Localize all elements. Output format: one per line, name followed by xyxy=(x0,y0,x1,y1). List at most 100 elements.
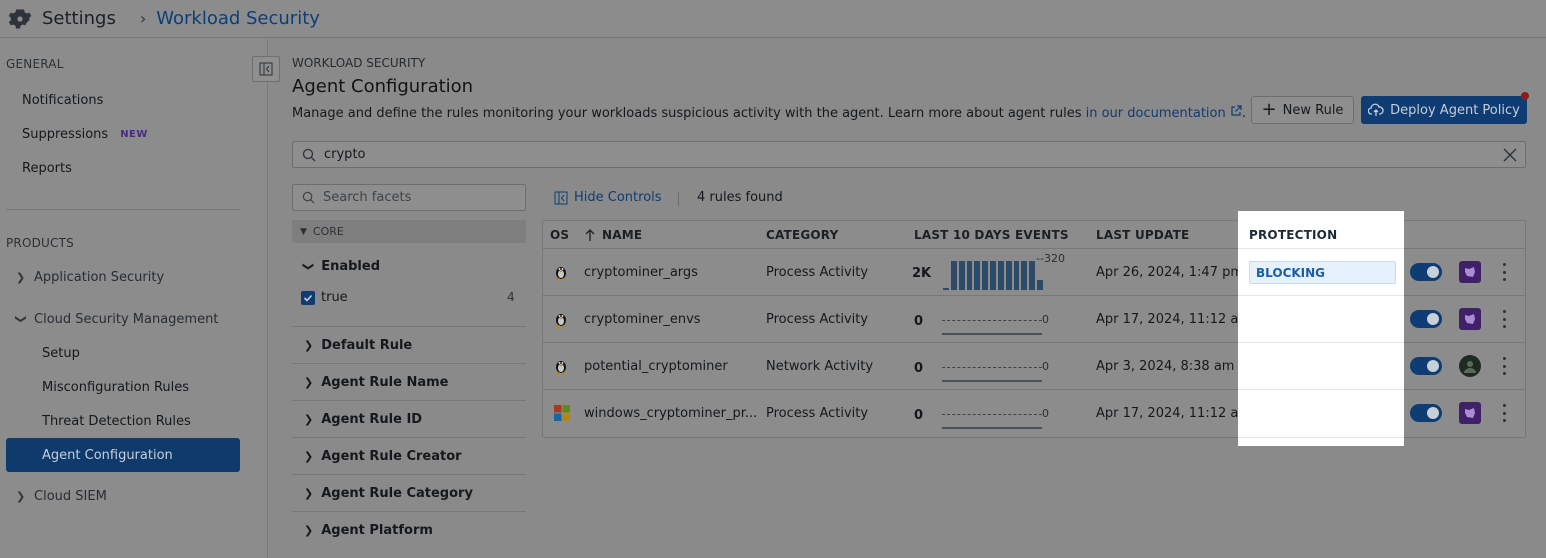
facet-label: Agent Platform xyxy=(321,523,433,538)
sidebar-item-label: Notifications xyxy=(22,93,104,108)
chevron-right-icon: ❯ xyxy=(16,490,26,503)
facet-agent-rule-creator[interactable]: ❯ Agent Rule Creator xyxy=(304,449,462,464)
documentation-link[interactable]: in our documentation xyxy=(1085,105,1242,121)
sparkline-baseline xyxy=(942,427,1042,429)
sidebar-item-application-security[interactable]: ❯ Application Security xyxy=(16,270,164,285)
sort-ascending-icon xyxy=(585,229,595,241)
sidebar-item-notifications[interactable]: Notifications xyxy=(22,93,103,108)
collapse-icon xyxy=(259,62,273,76)
external-link-icon xyxy=(1231,105,1242,116)
facet-agent-rule-id[interactable]: ❯ Agent Rule ID xyxy=(304,412,422,427)
last-update: Apr 17, 2024, 11:12 am xyxy=(1096,406,1252,421)
sidebar-item-misconfiguration-rules[interactable]: Misconfiguration Rules xyxy=(42,380,189,395)
new-rule-button[interactable]: + New Rule xyxy=(1251,96,1354,124)
sidebar-item-threat-detection-rules[interactable]: Threat Detection Rules xyxy=(42,414,191,429)
enabled-toggle[interactable] xyxy=(1410,357,1442,375)
divider xyxy=(678,192,679,206)
sparkline-max-label: 0 xyxy=(1042,407,1049,420)
rule-category: Process Activity xyxy=(766,312,869,327)
column-header-category[interactable]: CATEGORY xyxy=(766,228,838,242)
divider xyxy=(292,400,526,401)
facet-enabled[interactable]: ❯ Enabled xyxy=(302,259,381,274)
divider xyxy=(1238,248,1404,249)
facet-agent-rule-name[interactable]: ❯ Agent Rule Name xyxy=(304,375,448,390)
facet-value-true[interactable]: true xyxy=(301,290,348,305)
user-photo-icon xyxy=(1464,361,1476,373)
sparkline-bar xyxy=(943,288,949,290)
sidebar-item-reports[interactable]: Reports xyxy=(22,161,72,176)
dog-logo-icon xyxy=(1465,408,1475,418)
sidebar-item-label: Suppressions xyxy=(22,127,109,142)
checkbox-checked[interactable] xyxy=(301,290,315,305)
gear-icon xyxy=(8,8,32,28)
event-count: 0 xyxy=(914,361,924,376)
divider xyxy=(292,437,526,438)
deploy-label: Deploy Agent Policy xyxy=(1390,102,1520,118)
sidebar-item-agent-configuration[interactable]: Agent Configuration xyxy=(6,438,240,472)
column-header-os[interactable]: OS xyxy=(550,228,569,242)
facet-search-input[interactable]: Search facets xyxy=(292,184,526,211)
rule-category: Network Activity xyxy=(766,359,874,374)
chevron-right-icon: ❯ xyxy=(304,339,314,352)
cloud-upload-icon xyxy=(1368,103,1384,116)
more-options-icon[interactable] xyxy=(1501,404,1507,422)
facet-label: Enabled xyxy=(321,259,381,274)
column-header-name[interactable]: NAME xyxy=(584,228,642,242)
chevron-right-icon: ❯ xyxy=(304,376,314,389)
rule-name[interactable]: cryptominer_args xyxy=(584,265,698,280)
column-label: NAME xyxy=(602,228,643,242)
facet-default-rule[interactable]: ❯ Default Rule xyxy=(304,338,412,353)
event-count: 2K xyxy=(912,266,932,281)
rule-name[interactable]: windows_cryptominer_pr... xyxy=(584,406,757,421)
chevron-right-icon: ❯ xyxy=(16,271,26,284)
sidebar-item-setup[interactable]: Setup xyxy=(42,346,80,361)
divider xyxy=(292,326,526,327)
new-badge: NEW xyxy=(120,129,148,140)
rule-name[interactable]: cryptominer_envs xyxy=(584,312,701,327)
breadcrumb-settings[interactable]: Settings xyxy=(42,8,116,29)
sparkline-max-label: 0 xyxy=(1042,360,1049,373)
facet-search-placeholder: Search facets xyxy=(323,190,412,205)
close-icon[interactable] xyxy=(1501,146,1519,164)
last-update: Apr 3, 2024, 8:38 am xyxy=(1096,359,1235,374)
collapse-sidebar-button[interactable] xyxy=(252,56,280,82)
sidebar-item-suppressions[interactable]: Suppressions NEW xyxy=(22,127,148,142)
linux-icon xyxy=(556,361,566,374)
panel-collapse-icon xyxy=(554,191,568,204)
more-options-icon[interactable] xyxy=(1501,263,1507,281)
breadcrumb-workload-security[interactable]: Workload Security xyxy=(156,8,320,29)
linux-icon xyxy=(556,314,566,327)
divider xyxy=(292,511,526,512)
search-input[interactable]: crypto xyxy=(292,141,1526,168)
rule-category: Process Activity xyxy=(766,406,869,421)
sparkline-bar xyxy=(1029,261,1036,290)
rule-name[interactable]: potential_cryptominer xyxy=(584,359,728,374)
more-options-icon[interactable] xyxy=(1501,310,1507,328)
hide-controls-button[interactable]: Hide Controls xyxy=(554,190,662,205)
rule-category: Process Activity xyxy=(766,265,869,280)
sidebar-item-cloud-siem[interactable]: ❯ Cloud SIEM xyxy=(16,489,107,504)
top-bar: Settings › Workload Security xyxy=(0,0,1546,38)
page-kicker: WORKLOAD SECURITY xyxy=(292,56,426,70)
results-count: 4 rules found xyxy=(697,190,783,205)
sidebar-item-cloud-security-management[interactable]: ❯ Cloud Security Management xyxy=(15,312,219,327)
enabled-toggle[interactable] xyxy=(1410,263,1442,281)
deploy-agent-policy-button[interactable]: Deploy Agent Policy xyxy=(1361,96,1527,124)
enabled-toggle[interactable] xyxy=(1410,310,1442,328)
facet-group-core[interactable]: ▼ CORE xyxy=(292,220,526,243)
description-end: . xyxy=(1241,106,1247,121)
chevron-right-icon: ❯ xyxy=(304,524,314,537)
documentation-link-label: in our documentation xyxy=(1085,106,1226,121)
facet-agent-rule-category[interactable]: ❯ Agent Rule Category xyxy=(304,486,473,501)
facet-label: Agent Rule ID xyxy=(321,412,423,427)
column-header-protection[interactable]: PROTECTION xyxy=(1249,228,1337,242)
enabled-toggle[interactable] xyxy=(1410,404,1442,422)
column-header-events[interactable]: LAST 10 DAYS EVENTS xyxy=(914,228,1069,242)
divider xyxy=(1238,295,1404,296)
protection-badge: BLOCKING xyxy=(1249,261,1396,284)
column-header-last-update[interactable]: LAST UPDATE xyxy=(1096,228,1189,242)
description-text: Manage and define the rules monitoring y… xyxy=(292,106,1082,121)
facet-agent-platform[interactable]: ❯ Agent Platform xyxy=(304,523,433,538)
sidebar-item-label: Cloud Security Management xyxy=(34,312,219,327)
more-options-icon[interactable] xyxy=(1501,357,1507,375)
